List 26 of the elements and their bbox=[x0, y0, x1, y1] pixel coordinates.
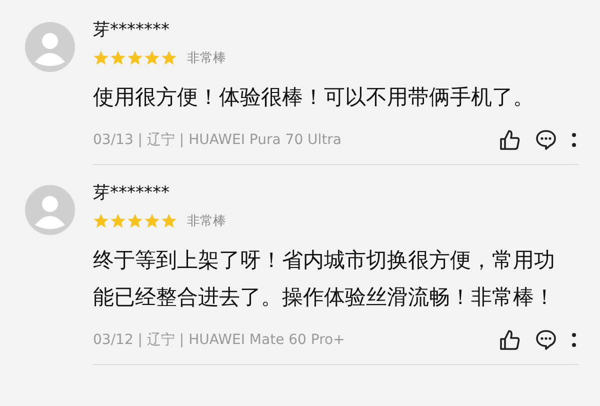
review-text: 终于等到上架了呀！省内城市切换很方便，常用功能已经整合进去了。操作体验丝滑流畅！非常棒！ bbox=[93, 247, 556, 311]
user-name: 芽******* bbox=[93, 183, 170, 203]
review-meta: 03/13 | 辽宁 | HUAWEI Pura 70 Ultra bbox=[93, 131, 342, 149]
review-text: 使用很方便！体验很棒！可以不用带俩手机了。 bbox=[93, 84, 535, 111]
star-icon bbox=[161, 50, 177, 66]
more-icon[interactable] bbox=[572, 333, 576, 347]
like-button[interactable] bbox=[498, 128, 522, 152]
rating-label: 非常棒 bbox=[187, 50, 226, 67]
star-icon bbox=[110, 213, 126, 229]
review-meta: 03/12 | 辽宁 | HUAWEI Mate 60 Pro+ bbox=[93, 331, 345, 349]
user-name: 芽******* bbox=[93, 20, 170, 40]
more-icon[interactable] bbox=[572, 133, 576, 147]
star-icon bbox=[93, 50, 109, 66]
like-button[interactable] bbox=[498, 328, 522, 352]
star-icon bbox=[127, 213, 143, 229]
star-icon bbox=[144, 213, 160, 229]
rating-label: 非常棒 bbox=[187, 213, 226, 230]
star-icon bbox=[110, 50, 126, 66]
star-icon bbox=[161, 213, 177, 229]
comment-button[interactable] bbox=[534, 328, 558, 352]
star-icon bbox=[127, 50, 143, 66]
star-icon bbox=[144, 50, 160, 66]
comment-button[interactable] bbox=[534, 128, 558, 152]
avatar-icon bbox=[25, 22, 75, 72]
star-icon bbox=[93, 213, 109, 229]
avatar-icon bbox=[25, 185, 75, 235]
